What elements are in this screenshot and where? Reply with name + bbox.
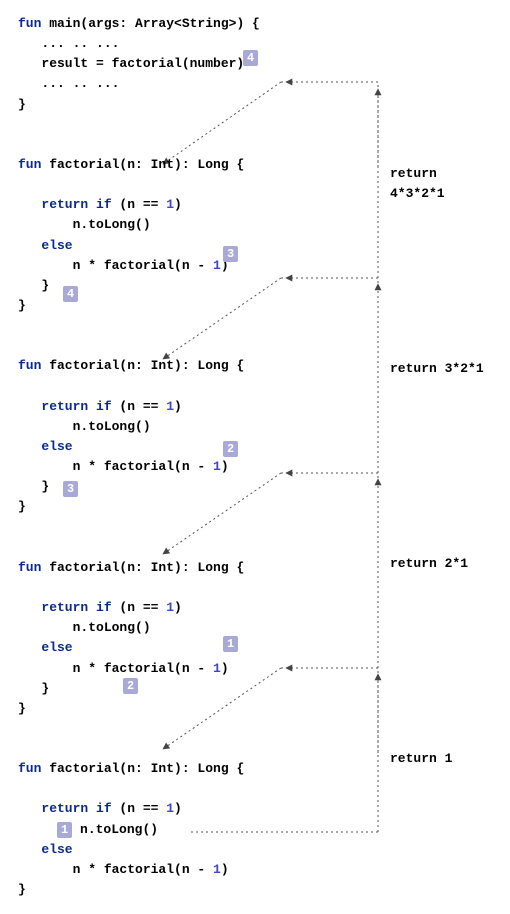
fact2-tolong: n.toLong(): [18, 417, 492, 437]
literal-one: 1: [166, 801, 174, 816]
spacer: [18, 115, 492, 135]
fact-base-return-if: return if (n == 1): [18, 799, 492, 819]
annotation-return-2: return 3*2*1: [390, 359, 484, 379]
keyword-else: else: [41, 640, 72, 655]
literal-one: 1: [213, 258, 221, 273]
main-dots-2: ... .. ...: [18, 74, 492, 94]
literal-one: 1: [213, 862, 221, 877]
badge-2-ret: 3: [63, 481, 78, 497]
fact1-else: else: [18, 236, 492, 256]
badge-2-arg: 2: [223, 441, 238, 457]
annotation-return-base: return 1: [390, 749, 452, 769]
fact-base-recursive: n * factorial(n - 1): [18, 860, 492, 880]
badge-1-arg: 3: [223, 246, 238, 262]
fact2-close-outer: }: [18, 497, 492, 517]
keyword-return-if: return if: [41, 197, 111, 212]
rec-close: ): [221, 661, 229, 676]
badge-3-arg: 1: [223, 636, 238, 652]
rec-prefix: n * factorial(n -: [18, 459, 213, 474]
literal-one: 1: [213, 661, 221, 676]
keyword-else: else: [41, 842, 72, 857]
literal-one: 1: [166, 197, 174, 212]
fact2-recursive: n * factorial(n - 1): [18, 457, 492, 477]
fact-base-else: else: [18, 840, 492, 860]
literal-one: 1: [166, 399, 174, 414]
cond-close: ): [174, 399, 182, 414]
fact-sig-rest: factorial(n: Int): Long {: [41, 358, 244, 373]
main-sig-rest: main(args: Array<String>) {: [41, 16, 259, 31]
cond-open: (n ==: [112, 600, 167, 615]
annotation-return-3: return 2*1: [390, 554, 468, 574]
fact1-tolong: n.toLong(): [18, 215, 492, 235]
fact1-close-outer: }: [18, 296, 492, 316]
fact3-else: else: [18, 638, 492, 658]
rec-close: ): [221, 862, 229, 877]
rec-prefix: n * factorial(n -: [18, 862, 213, 877]
fact2-close-inner: }: [18, 477, 492, 497]
spacer: [18, 336, 492, 356]
fact3-return-if: return if (n == 1): [18, 598, 492, 618]
keyword-return-if: return if: [41, 600, 111, 615]
keyword-fun: fun: [18, 761, 41, 776]
keyword-fun: fun: [18, 560, 41, 575]
badge-1-ret: 4: [63, 286, 78, 302]
rec-prefix: n * factorial(n -: [18, 258, 213, 273]
spacer: [18, 719, 492, 739]
fact-base-tolong: n.toLong(): [80, 822, 158, 837]
spacer: [18, 578, 492, 598]
fact-sig-rest: factorial(n: Int): Long {: [41, 157, 244, 172]
cond-open: (n ==: [112, 399, 167, 414]
fact3-tolong: n.toLong(): [18, 618, 492, 638]
spacer: [18, 779, 492, 799]
annotation-return-1: return 4*3*2*1: [390, 164, 492, 204]
literal-one: 1: [213, 459, 221, 474]
spacer: [18, 377, 492, 397]
keyword-fun: fun: [18, 16, 41, 31]
spacer: [18, 135, 492, 155]
code-listing: fun main(args: Array<String>) { ... .. .…: [18, 14, 492, 900]
fact1-close-inner: }: [18, 276, 492, 296]
rec-prefix: n * factorial(n -: [18, 661, 213, 676]
keyword-return-if: return if: [41, 399, 111, 414]
fact2-else: else: [18, 437, 492, 457]
cond-open: (n ==: [112, 801, 167, 816]
keyword-else: else: [41, 439, 72, 454]
keyword-fun: fun: [18, 358, 41, 373]
diagram-stage: fun main(args: Array<String>) { ... .. .…: [18, 14, 492, 900]
cond-close: ): [174, 197, 182, 212]
fact-base-tolong-line: 1 n.toLong(): [18, 820, 492, 840]
spacer: [18, 518, 492, 538]
badge-main-arg: 4: [243, 50, 258, 66]
cond-open: (n ==: [112, 197, 167, 212]
main-signature: fun main(args: Array<String>) {: [18, 14, 492, 34]
main-close: }: [18, 95, 492, 115]
badge-base-ret: 1: [57, 822, 72, 838]
fact3-close-outer: }: [18, 699, 492, 719]
fact3-close-inner: }: [18, 679, 492, 699]
literal-one: 1: [166, 600, 174, 615]
fact3-recursive: n * factorial(n - 1): [18, 659, 492, 679]
rec-close: ): [221, 459, 229, 474]
keyword-else: else: [41, 238, 72, 253]
cond-close: ): [174, 600, 182, 615]
spacer: [18, 316, 492, 336]
cond-close: ): [174, 801, 182, 816]
badge-3-ret: 2: [123, 678, 138, 694]
fact-sig-rest: factorial(n: Int): Long {: [41, 560, 244, 575]
keyword-fun: fun: [18, 157, 41, 172]
fact2-return-if: return if (n == 1): [18, 397, 492, 417]
fact1-recursive: n * factorial(n - 1): [18, 256, 492, 276]
keyword-return-if: return if: [41, 801, 111, 816]
fact-base-close: }: [18, 880, 492, 900]
fact-sig-rest: factorial(n: Int): Long {: [41, 761, 244, 776]
